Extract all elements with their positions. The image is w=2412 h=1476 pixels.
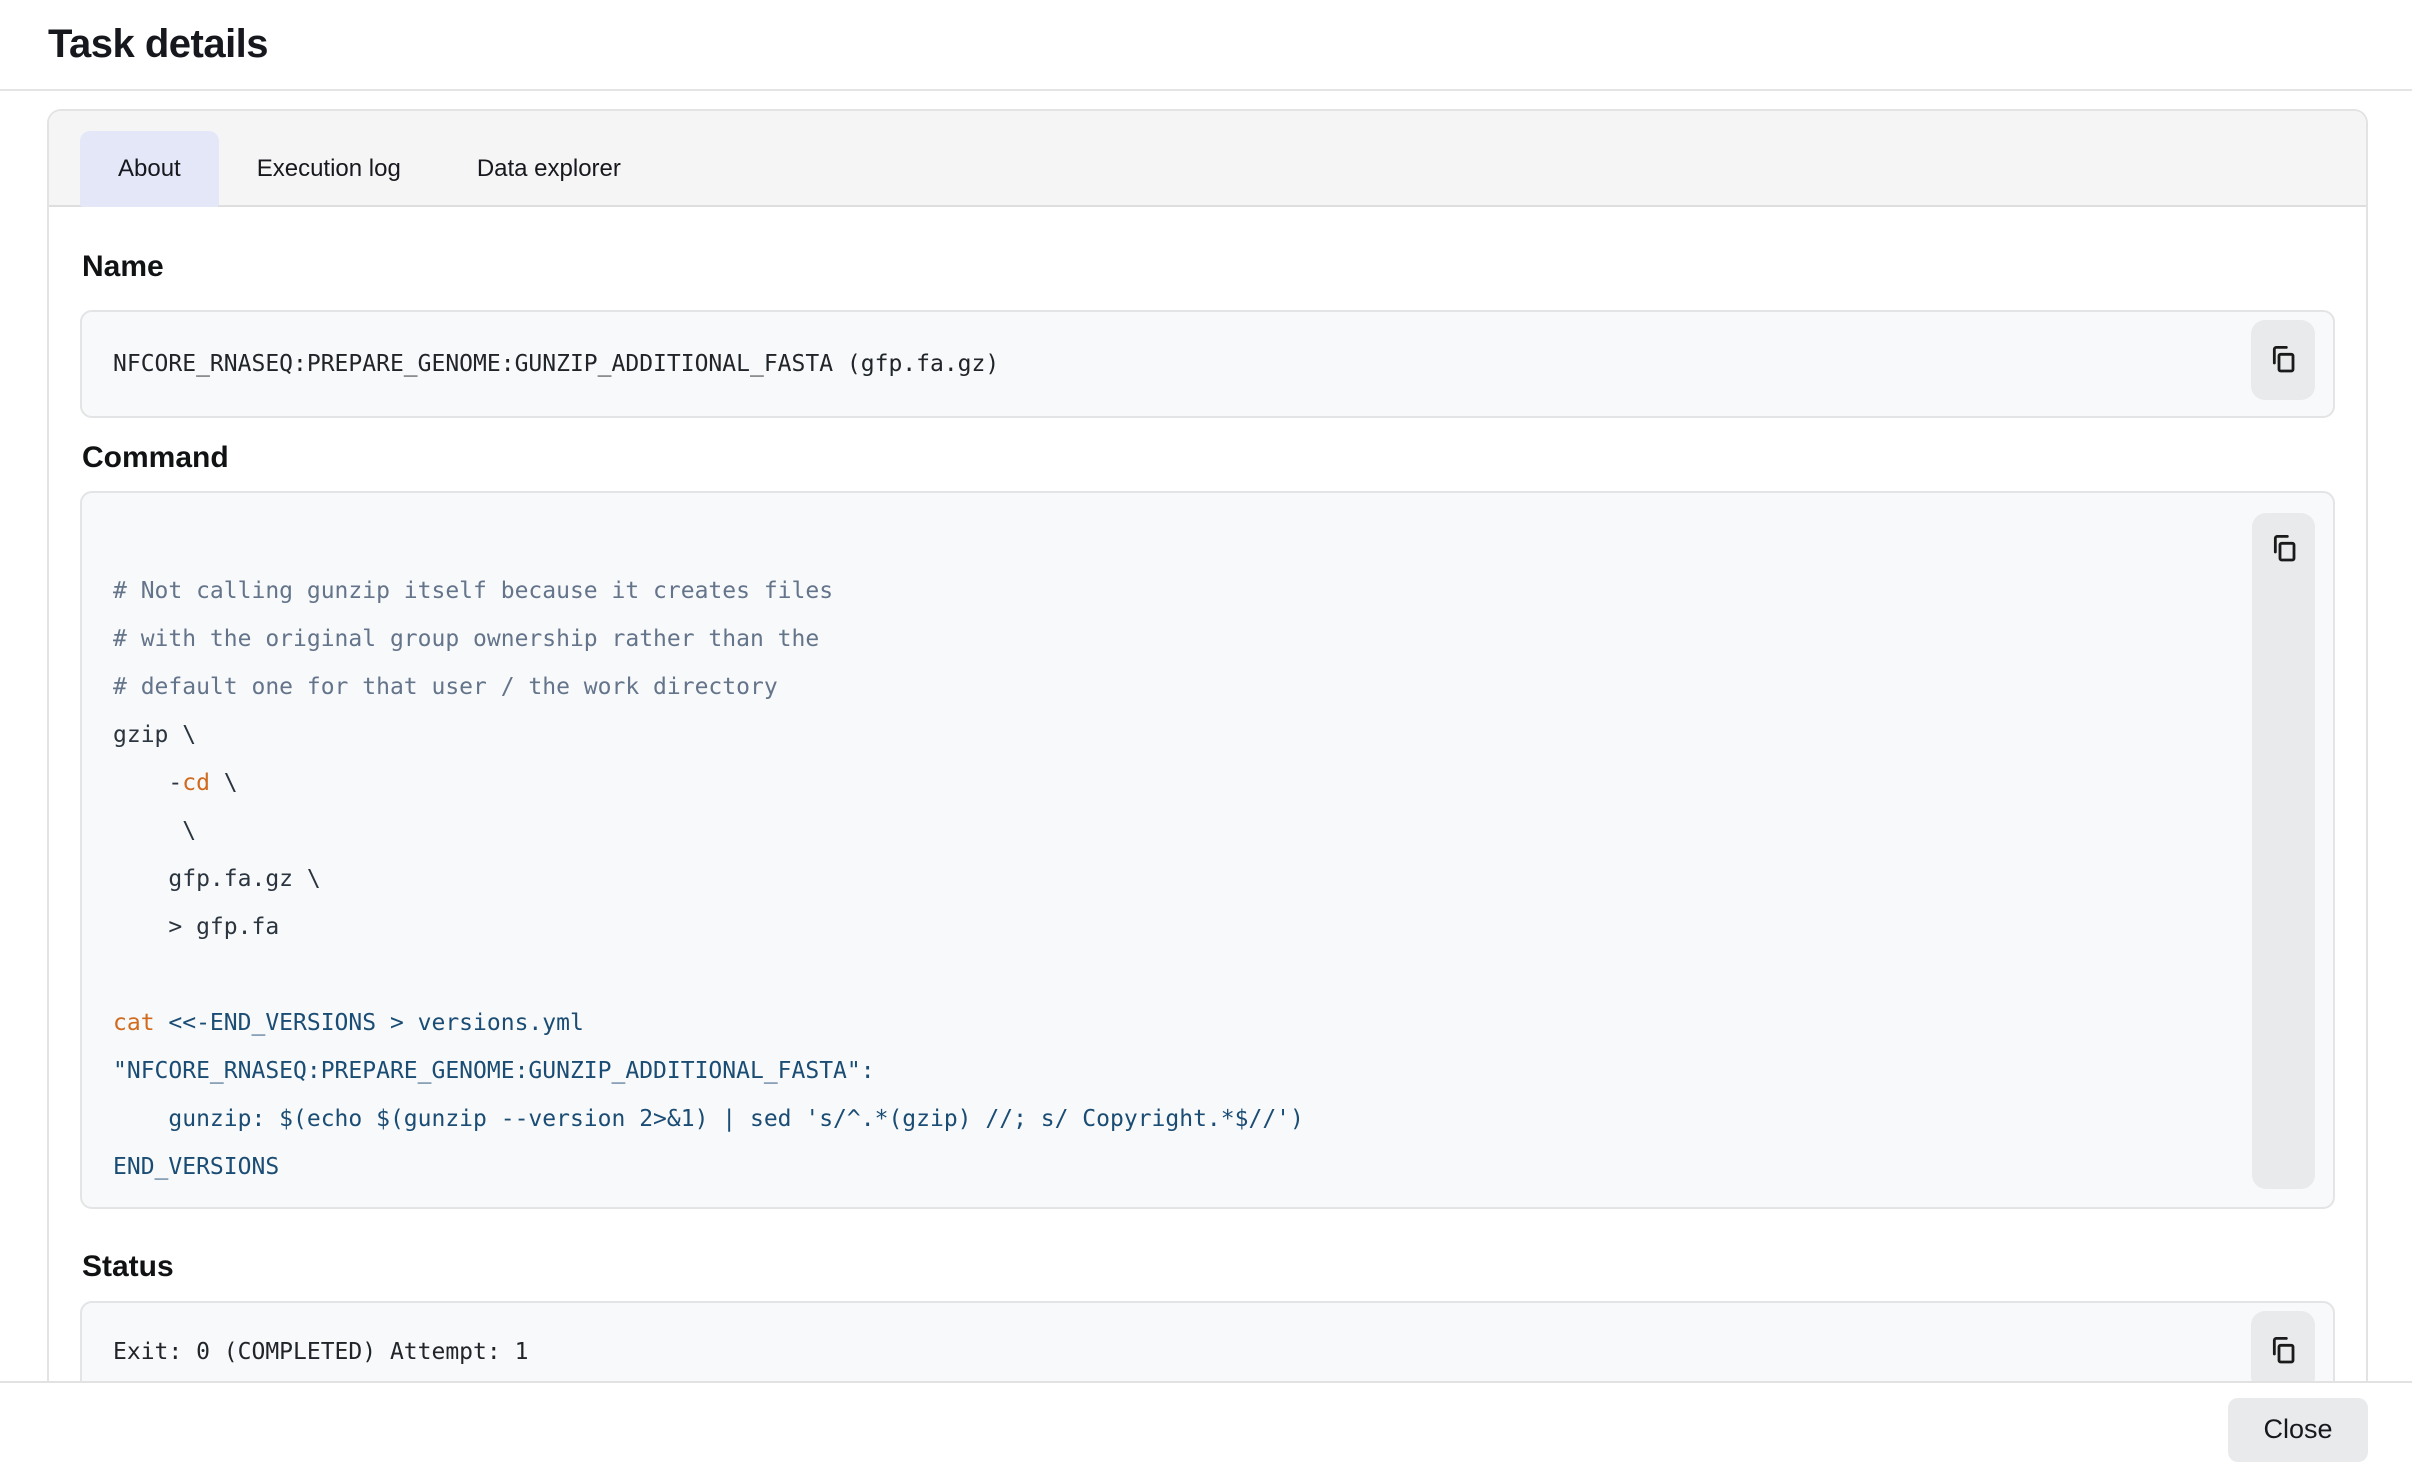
copy-icon	[2267, 1334, 2299, 1369]
name-box: NFCORE_RNASEQ:PREPARE_GENOME:GUNZIP_ADDI…	[80, 310, 2335, 418]
status-heading: Status	[82, 1249, 2335, 1285]
modal-footer: Close	[0, 1381, 2412, 1476]
tab-about[interactable]: About	[80, 131, 219, 207]
task-name-value: NFCORE_RNASEQ:PREPARE_GENOME:GUNZIP_ADDI…	[113, 351, 999, 377]
title-bar: Task details	[0, 0, 2412, 91]
tab-execution-log[interactable]: Execution log	[219, 131, 439, 207]
command-scrollbar-track[interactable]	[2252, 513, 2315, 1189]
copy-status-button[interactable]	[2251, 1311, 2315, 1381]
command-code: # Not calling gunzip itself because it c…	[113, 519, 2213, 1191]
name-heading: Name	[82, 249, 2335, 285]
tab-bar: About Execution log Data explorer	[49, 111, 2366, 207]
page-title: Task details	[48, 22, 268, 67]
copy-icon	[2268, 532, 2300, 567]
task-details-card: About Execution log Data explorer Name N…	[47, 109, 2368, 1381]
command-box: # Not calling gunzip itself because it c…	[80, 491, 2335, 1209]
status-value: Exit: 0 (COMPLETED) Attempt: 1	[113, 1339, 528, 1365]
copy-name-button[interactable]	[2251, 320, 2315, 400]
copy-command-button[interactable]	[2260, 525, 2308, 573]
modal-body: About Execution log Data explorer Name N…	[0, 91, 2412, 1381]
copy-icon	[2267, 343, 2299, 378]
command-heading: Command	[82, 440, 2335, 476]
close-button[interactable]: Close	[2228, 1398, 2368, 1462]
tab-data-explorer[interactable]: Data explorer	[439, 131, 659, 207]
tab-panel-about: Name NFCORE_RNASEQ:PREPARE_GENOME:GUNZIP…	[49, 249, 2366, 1381]
status-box: Exit: 0 (COMPLETED) Attempt: 1	[80, 1301, 2335, 1381]
